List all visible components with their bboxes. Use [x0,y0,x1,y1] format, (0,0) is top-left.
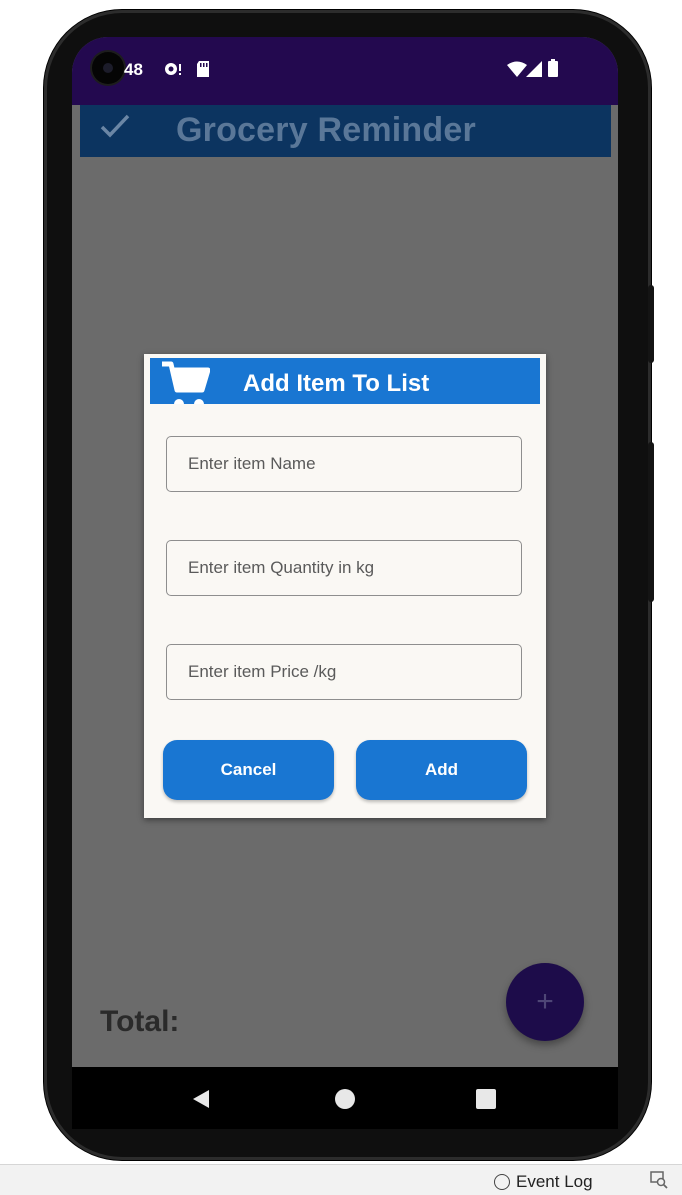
ide-status-strip: Event Log [0,1164,682,1195]
check-icon[interactable] [98,111,132,149]
add-item-fab[interactable]: + [506,963,584,1041]
wifi-icon [507,61,527,82]
status-bar: 48 [72,37,618,105]
app-bar: Grocery Reminder [80,105,611,157]
app-title: Grocery Reminder [176,111,476,149]
event-log-icon [494,1174,510,1190]
sd-card-icon [196,61,210,82]
plus-icon: + [536,985,554,1018]
add-item-dialog: Add Item To List Cancel Add [144,354,546,818]
event-log-label: Event Log [516,1172,593,1191]
item-name-field[interactable] [166,436,522,492]
back-icon[interactable] [193,1090,209,1108]
add-button[interactable]: Add [356,740,527,800]
event-log-button[interactable]: Event Log [494,1172,593,1192]
dialog-header: Add Item To List [150,358,540,404]
navigation-bar [72,1067,618,1129]
layout-inspector-icon[interactable] [650,1171,668,1194]
battery-icon [548,59,558,82]
item-price-field[interactable] [166,644,522,700]
camera-icon [92,52,124,84]
total-label: Total: [100,1005,180,1038]
item-quantity-field[interactable] [166,540,522,596]
shopping-cart-icon [162,360,211,404]
notification-icon [164,61,182,82]
dialog-title: Add Item To List [243,370,430,397]
signal-icon [526,61,542,82]
recents-icon[interactable] [476,1089,496,1109]
status-time: 48 [124,60,143,79]
home-icon[interactable] [335,1089,355,1109]
cancel-button[interactable]: Cancel [163,740,334,800]
volume-button [648,442,654,602]
power-button [648,285,654,363]
